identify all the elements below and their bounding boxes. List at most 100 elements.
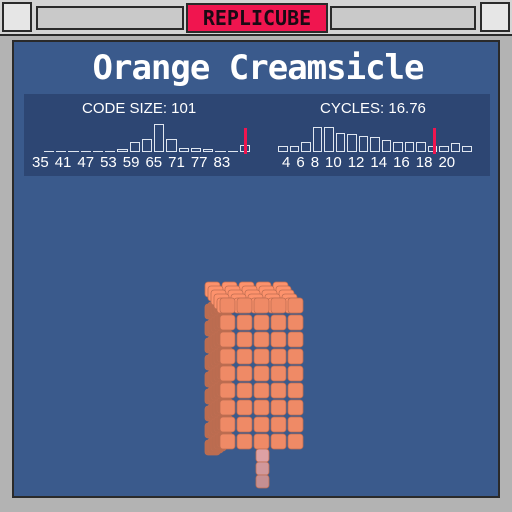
histogram-bar: [117, 149, 128, 152]
voxel-cube: [287, 416, 304, 433]
voxel-cube: [270, 314, 287, 331]
voxel-popsicle-render[interactable]: [194, 262, 354, 502]
app-title: REPLICUBE: [186, 3, 328, 33]
axis-tick-label: 20: [438, 154, 456, 171]
title-bar: REPLICUBE: [0, 0, 512, 36]
histogram-bar: [56, 150, 67, 152]
voxel-cube: [287, 399, 304, 416]
voxel-cube: [236, 348, 253, 365]
voxel-cube: [270, 416, 287, 433]
cycles-label: CYCLES: 16.76: [320, 100, 426, 117]
histogram-bar: [227, 150, 238, 152]
histogram-bar: [404, 141, 415, 152]
axis-tick-label: 8: [310, 154, 320, 171]
axis-tick-label: 10: [325, 154, 342, 171]
voxel-cube: [287, 331, 304, 348]
voxel-cube: [287, 365, 304, 382]
cycles-histogram: [278, 122, 474, 154]
voxel-cube: [219, 382, 236, 399]
voxel-cube: [219, 314, 236, 331]
histogram-bar: [347, 134, 357, 152]
code-size-histogram: [44, 122, 252, 154]
axis-tick-label: 59: [122, 154, 140, 171]
voxel-cube: [236, 314, 253, 331]
axis-tick-label: 77: [190, 154, 208, 171]
histogram-bar: [324, 126, 334, 152]
voxel-cube: [287, 433, 304, 450]
histogram-bar: [80, 150, 91, 152]
voxel-cube: [219, 348, 236, 365]
histogram-bar: [129, 141, 140, 152]
voxel-cube: [287, 382, 304, 399]
popsicle-stick-cube: [255, 461, 270, 476]
histogram-bar: [450, 143, 461, 152]
voxel-cube: [219, 297, 236, 314]
histogram-bar: [301, 141, 311, 152]
histogram-bar: [289, 146, 300, 152]
popsicle-stick-cube: [255, 474, 270, 489]
histogram-bar: [92, 150, 104, 152]
histogram-bar: [462, 146, 472, 152]
popsicle-stick-cube: [255, 448, 270, 463]
histogram-bar: [166, 138, 177, 152]
histogram-bar: [190, 147, 202, 152]
voxel-cube: [236, 399, 253, 416]
voxel-cube: [236, 365, 253, 382]
axis-tick-label: 35: [32, 154, 49, 171]
voxel-cube: [270, 348, 287, 365]
histogram-bar: [439, 146, 449, 152]
axis-tick-label: 16: [393, 154, 410, 171]
histogram-bar: [44, 150, 55, 152]
histogram-bar: [178, 147, 189, 152]
voxel-cube: [253, 433, 270, 450]
code-size-axis-ticks: 35 41 47 53 59 65 71 77 83: [32, 154, 236, 171]
axis-tick-label: 14: [370, 154, 388, 171]
voxel-cube: [253, 297, 270, 314]
axis-tick-label: 6: [296, 154, 305, 171]
score-marker: [243, 128, 247, 154]
voxel-cube: [253, 382, 270, 399]
histogram-bar: [393, 141, 403, 152]
axis-tick-label: 65: [145, 154, 163, 171]
result-panel: Orange Creamsicle CODE SIZE: 101 CYCLES:…: [12, 40, 500, 498]
voxel-cube: [287, 348, 304, 365]
title-bar-stripe: [330, 6, 476, 30]
title-bar-stripe: [36, 6, 184, 30]
level-title: Orange Creamsicle: [92, 48, 425, 88]
axis-tick-label: 47: [77, 154, 95, 171]
window-close-button[interactable]: [480, 2, 510, 32]
code-size-label: CODE SIZE: 101: [82, 100, 197, 117]
histogram-bar: [215, 150, 226, 152]
histogram-bar: [105, 150, 116, 152]
axis-tick-label: 71: [168, 154, 185, 171]
axis-tick-label: 12: [347, 154, 365, 171]
voxel-cube: [236, 331, 253, 348]
score-marker: [432, 128, 436, 154]
histogram-bar: [68, 150, 79, 152]
histogram-bar: [154, 123, 165, 152]
voxel-cube: [270, 382, 287, 399]
voxel-cube: [219, 416, 236, 433]
voxel-cube: [219, 433, 236, 450]
stats-panel: CODE SIZE: 101 CYCLES: 16.76 35 41 47 53 59 6…: [24, 94, 490, 176]
voxel-cube: [253, 331, 270, 348]
voxel-cube: [287, 314, 304, 331]
window-menu-button[interactable]: [2, 2, 32, 32]
cycles-axis-ticks: 4 6 8 10 12 14 16 18 20: [282, 154, 461, 171]
histogram-bar: [416, 141, 426, 152]
voxel-cube: [253, 365, 270, 382]
voxel-cube: [236, 416, 253, 433]
voxel-cube: [270, 433, 287, 450]
histogram-bar: [141, 138, 153, 152]
voxel-cube: [287, 297, 304, 314]
voxel-cube: [253, 314, 270, 331]
voxel-cube: [219, 331, 236, 348]
voxel-cube: [236, 433, 253, 450]
histogram-bar: [335, 132, 346, 152]
histogram-bar: [312, 126, 323, 152]
voxel-cube: [236, 382, 253, 399]
histogram-bar: [358, 135, 369, 152]
histogram-bar: [278, 146, 288, 152]
axis-tick-label: 18: [415, 154, 433, 171]
histogram-bar: [381, 140, 392, 152]
